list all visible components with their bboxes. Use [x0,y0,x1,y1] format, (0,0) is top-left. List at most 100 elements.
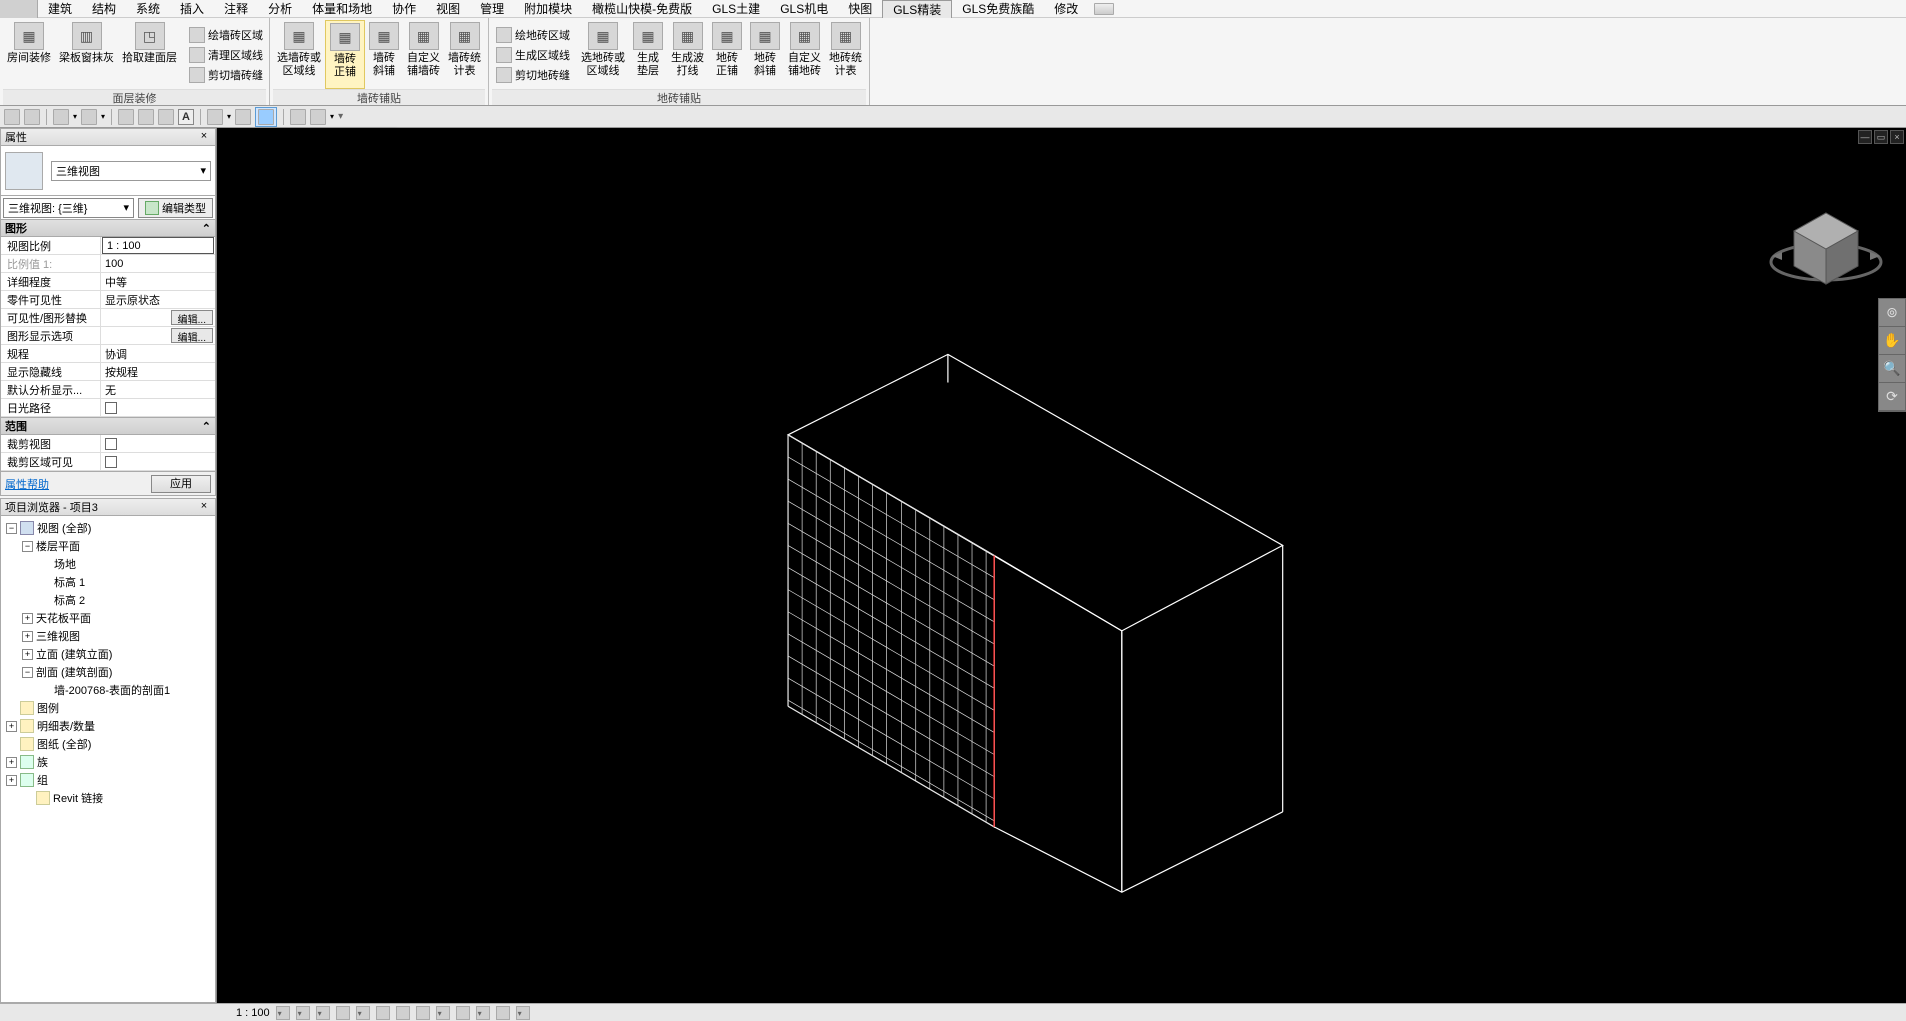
btn-生成波打线[interactable]: ▦生成波打线 [667,20,708,89]
apply-button[interactable]: 应用 [151,475,211,493]
nav-orbit-icon[interactable]: ⟳ [1879,383,1905,411]
tag-icon[interactable] [158,109,174,125]
expander-icon[interactable]: + [6,757,17,768]
undo-icon[interactable] [53,109,69,125]
prop-裁剪区域可见[interactable]: 裁剪区域可见 [1,453,215,471]
btn-draw-wall-tile-area[interactable]: 绘墙砖区域 [185,25,266,45]
unlock-3d-icon[interactable] [416,1006,430,1020]
close-hidden-icon[interactable] [290,109,306,125]
tree-node[interactable]: 标高 2 [4,591,212,609]
group-graphics[interactable]: 图形⌃ [0,220,216,237]
group-extent[interactable]: 范围⌃ [0,418,216,435]
menu-管理[interactable]: 管理 [470,0,514,17]
menu-GLS精装[interactable]: GLS精装 [882,0,952,18]
btn-选地砖或区域线[interactable]: ▦选地砖或区域线 [577,20,629,89]
tree-node[interactable]: 图纸 (全部) [4,735,212,753]
expander-icon[interactable]: − [22,541,33,552]
menu-快图[interactable]: 快图 [838,0,882,17]
analytic-icon[interactable] [476,1006,490,1020]
btn-自定义铺墙砖[interactable]: ▦自定义铺墙砖 [403,20,444,89]
menu-注释[interactable]: 注释 [214,0,258,17]
align-icon[interactable] [118,109,134,125]
btn-墙砖正铺[interactable]: ▦墙砖正铺 [325,20,365,89]
btn-地砖统计表[interactable]: ▦地砖统计表 [825,20,866,89]
dim-icon[interactable] [138,109,154,125]
menu-建筑[interactable]: 建筑 [38,0,82,17]
expander-icon[interactable]: + [22,649,33,660]
menu-修改[interactable]: 修改 [1044,0,1088,17]
menu-插入[interactable]: 插入 [170,0,214,17]
close-icon[interactable]: × [197,130,211,144]
browser-header[interactable]: 项目浏览器 - 项目3 × [0,498,216,516]
prop-零件可见性[interactable]: 零件可见性显示原状态 [1,291,215,309]
sun-path-icon[interactable] [316,1006,330,1020]
nav-zoom-icon[interactable]: 🔍 [1879,355,1905,383]
expander-icon[interactable]: − [22,667,33,678]
text-tool[interactable]: A [178,109,194,125]
view-close-icon[interactable]: × [1890,130,1904,144]
prop-日光路径[interactable]: 日光路径 [1,399,215,417]
prop-可见性/图形替换[interactable]: 可见性/图形替换编辑... [1,309,215,327]
menu-系统[interactable]: 系统 [126,0,170,17]
close-icon[interactable]: × [197,500,211,514]
btn-clean-area-line[interactable]: 清理区域线 [185,45,266,65]
type-selector[interactable]: 三维视图▾ [51,161,211,181]
view-minimize-icon[interactable]: — [1858,130,1872,144]
menu-体量和场地[interactable]: 体量和场地 [302,0,382,17]
menu-GLS机电[interactable]: GLS机电 [770,0,838,17]
checkbox[interactable] [105,402,117,414]
application-icon[interactable] [0,0,38,18]
prop-图形显示选项[interactable]: 图形显示选项编辑... [1,327,215,345]
temp-hide-icon[interactable] [436,1006,450,1020]
menu-GLS免费族酷[interactable]: GLS免费族酷 [952,0,1044,17]
prop-裁剪视图[interactable]: 裁剪视图 [1,435,215,453]
properties-header[interactable]: 属性 × [0,128,216,146]
btn-地砖斜铺[interactable]: ▦地砖斜铺 [746,20,784,89]
tree-node[interactable]: +组 [4,771,212,789]
view-cube[interactable] [1766,198,1886,298]
btn-cut-floor-tile-seam[interactable]: 剪切地砖缝 [492,65,573,85]
scale-label[interactable]: 1 : 100 [236,1007,270,1019]
menu-分析[interactable]: 分析 [258,0,302,17]
btn-gen-area-line[interactable]: 生成区域线 [492,45,573,65]
open-icon[interactable] [4,109,20,125]
section-icon[interactable] [235,109,251,125]
btn-地砖正铺[interactable]: ▦地砖正铺 [708,20,746,89]
btn-draw-floor-tile-area[interactable]: 绘地砖区域 [492,25,573,45]
switch-window-icon[interactable] [310,109,326,125]
tree-node[interactable]: Revit 链接 [4,789,212,807]
visual-style-icon[interactable] [296,1006,310,1020]
btn-beam-plaster[interactable]: ▥梁板窗抹灰 [55,20,118,89]
btn-生成垫层[interactable]: ▦生成垫层 [629,20,667,89]
tree-node[interactable]: −剖面 (建筑剖面) [4,663,212,681]
tree-node[interactable]: +族 [4,753,212,771]
btn-墙砖斜铺[interactable]: ▦墙砖斜铺 [365,20,403,89]
prop-比例值 1:[interactable]: 比例值 1:100 [1,255,215,273]
crop-icon[interactable] [376,1006,390,1020]
prop-详细程度[interactable]: 详细程度中等 [1,273,215,291]
save-icon[interactable] [24,109,40,125]
nav-full-icon[interactable]: ⊚ [1879,299,1905,327]
tree-node[interactable]: −视图 (全部) [4,519,212,537]
drawing-canvas[interactable]: — ▭ × [217,128,1906,1003]
view-filter-combo[interactable]: 三维视图: {三维}▾ [3,198,134,218]
redo-icon[interactable] [81,109,97,125]
tree-node[interactable]: 场地 [4,555,212,573]
menu-视图[interactable]: 视图 [426,0,470,17]
btn-pick-face[interactable]: ◳拾取建面层 [118,20,181,89]
detail-level-icon[interactable] [276,1006,290,1020]
tree-node[interactable]: +三维视图 [4,627,212,645]
3d-home-icon[interactable] [207,109,223,125]
nav-hand-icon[interactable]: ✋ [1879,327,1905,355]
expander-icon[interactable]: + [6,721,17,732]
crop-visible-icon[interactable] [396,1006,410,1020]
menu-橄榄山快模-免费版[interactable]: 橄榄山快模-免费版 [582,0,702,17]
menu-协作[interactable]: 协作 [382,0,426,17]
checkbox[interactable] [105,438,117,450]
tree-node[interactable]: 图例 [4,699,212,717]
btn-选墙砖或区域线[interactable]: ▦选墙砖或区域线 [273,20,325,89]
menu-overflow-icon[interactable] [1094,3,1114,15]
tree-node[interactable]: +明细表/数量 [4,717,212,735]
checkbox[interactable] [105,456,117,468]
prop-规程[interactable]: 规程协调 [1,345,215,363]
